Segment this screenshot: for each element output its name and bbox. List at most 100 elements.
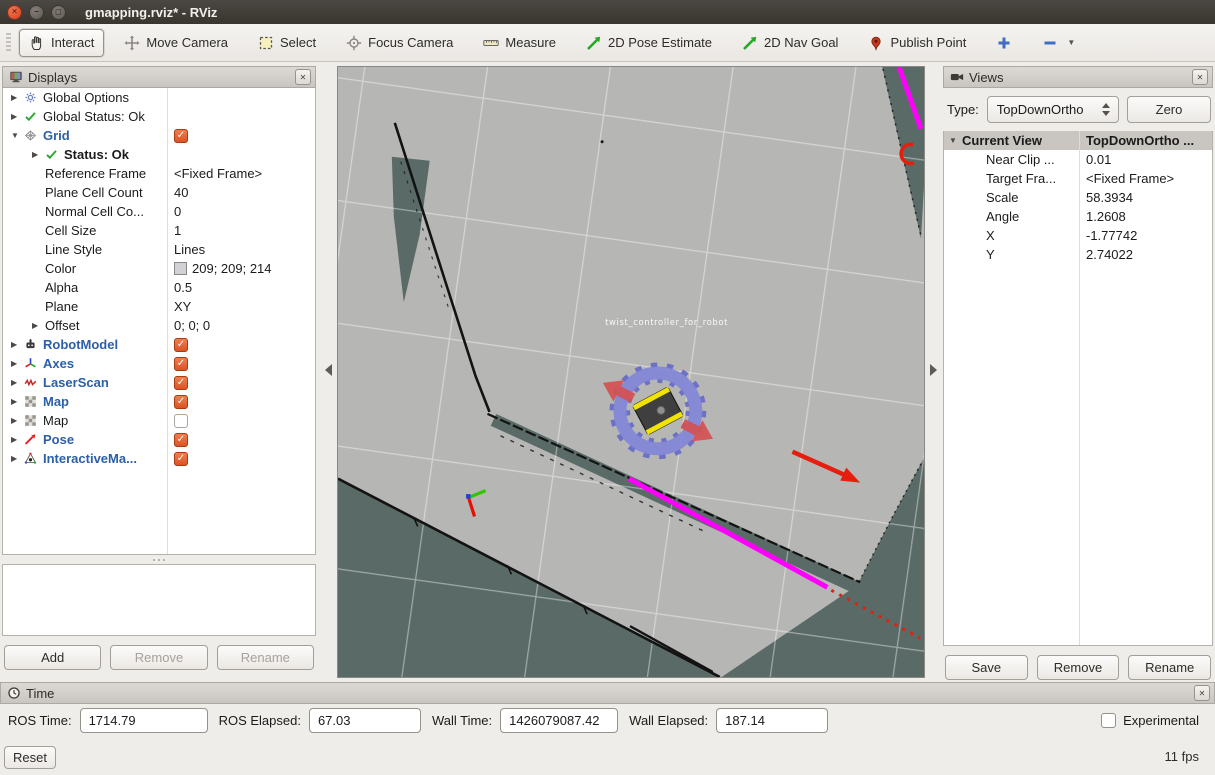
views-rename-button[interactable]: Rename bbox=[1128, 655, 1211, 680]
views-remove-button[interactable]: Remove bbox=[1037, 655, 1120, 680]
collapse-right-icon[interactable] bbox=[930, 364, 937, 376]
visibility-checkbox[interactable]: ✓ bbox=[174, 357, 188, 371]
tool-2d-pose-estimate[interactable]: 2D Pose Estimate bbox=[576, 29, 722, 57]
spinner-icon[interactable] bbox=[1099, 103, 1113, 116]
tree-row-cell-size[interactable]: Cell Size1 bbox=[3, 221, 315, 240]
tool-measure[interactable]: Measure bbox=[473, 29, 566, 57]
displays-add-button[interactable]: Add bbox=[4, 645, 101, 670]
tool-move-camera[interactable]: Move Camera bbox=[114, 29, 238, 57]
expander-icon[interactable]: ▶ bbox=[11, 359, 24, 368]
tree-row-grid[interactable]: ▼Grid✓ bbox=[3, 126, 315, 145]
tree-row-global-status-ok[interactable]: ▶Global Status: Ok bbox=[3, 107, 315, 126]
visibility-checkbox[interactable]: ✓ bbox=[174, 129, 188, 143]
visibility-checkbox[interactable] bbox=[174, 414, 188, 428]
tree-row-plane-cell-count[interactable]: Plane Cell Count40 bbox=[3, 183, 315, 202]
expander-icon[interactable]: ▶ bbox=[11, 340, 24, 349]
expander-icon[interactable]: ▶ bbox=[11, 93, 24, 102]
tool-remove-tool[interactable]: ▼ bbox=[1032, 29, 1085, 57]
window-close-button[interactable]: ✕ bbox=[7, 5, 22, 20]
clock-icon bbox=[7, 686, 21, 700]
3d-viewport[interactable]: twist_controller_for_robot bbox=[337, 66, 925, 678]
zero-button[interactable]: Zero bbox=[1127, 96, 1211, 123]
wall-elapsed-input[interactable] bbox=[716, 708, 828, 733]
expander-icon[interactable]: ▶ bbox=[11, 397, 24, 406]
expander-icon[interactable]: ▶ bbox=[11, 112, 24, 121]
experimental-toggle[interactable]: Experimental bbox=[1101, 713, 1199, 728]
tree-row-map[interactable]: ▶Map bbox=[3, 411, 315, 430]
views-save-button[interactable]: Save bbox=[945, 655, 1028, 680]
tree-row-reference-frame[interactable]: Reference Frame<Fixed Frame> bbox=[3, 164, 315, 183]
expander-icon[interactable]: ▼ bbox=[11, 131, 24, 140]
color-swatch[interactable] bbox=[174, 262, 187, 275]
displays-remove-button[interactable]: Remove bbox=[110, 645, 207, 670]
reset-button[interactable]: Reset bbox=[4, 746, 56, 769]
tree-row-alpha[interactable]: Alpha0.5 bbox=[3, 278, 315, 297]
tree-row-laserscan[interactable]: ▶LaserScan✓ bbox=[3, 373, 315, 392]
left-splitter[interactable] bbox=[316, 62, 337, 676]
expander-icon[interactable]: ▶ bbox=[11, 378, 24, 387]
minus-icon bbox=[1042, 35, 1058, 51]
view-property-row[interactable]: X-1.77742 bbox=[944, 226, 1212, 245]
tool-label: Move Camera bbox=[146, 35, 228, 50]
visibility-checkbox[interactable]: ✓ bbox=[174, 452, 188, 466]
expander-icon[interactable]: ▶ bbox=[11, 416, 24, 425]
tool-focus-camera[interactable]: Focus Camera bbox=[336, 29, 463, 57]
tool-publish-point[interactable]: Publish Point bbox=[858, 29, 976, 57]
tool-select[interactable]: Select bbox=[248, 29, 326, 57]
chevron-down-icon[interactable]: ▼ bbox=[1067, 38, 1075, 47]
time-close-icon[interactable]: ✕ bbox=[1194, 685, 1210, 701]
views-close-icon[interactable]: ✕ bbox=[1192, 69, 1208, 85]
view-property-row[interactable]: Scale58.3934 bbox=[944, 188, 1212, 207]
tree-row-line-style[interactable]: Line StyleLines bbox=[3, 240, 315, 259]
tree-row-map[interactable]: ▶Map✓ bbox=[3, 392, 315, 411]
column-divider[interactable] bbox=[167, 88, 168, 554]
tree-row-offset[interactable]: ▶Offset0; 0; 0 bbox=[3, 316, 315, 335]
row-label: Reference Frame bbox=[45, 166, 146, 181]
tree-row-plane[interactable]: PlaneXY bbox=[3, 297, 315, 316]
expander-icon[interactable]: ▼ bbox=[949, 136, 962, 145]
right-splitter[interactable] bbox=[925, 62, 943, 676]
tree-row-status-ok[interactable]: ▶Status: Ok bbox=[3, 145, 315, 164]
view-property-row[interactable]: Angle1.2608 bbox=[944, 207, 1212, 226]
tree-row-color[interactable]: Color209; 209; 214 bbox=[3, 259, 315, 278]
tool-2d-nav-goal[interactable]: 2D Nav Goal bbox=[732, 29, 848, 57]
tree-row-axes[interactable]: ▶Axes✓ bbox=[3, 354, 315, 373]
view-type-dropdown[interactable]: TopDownOrtho bbox=[987, 96, 1119, 123]
view-property-row[interactable]: Near Clip ...0.01 bbox=[944, 150, 1212, 169]
window-minimize-button[interactable]: − bbox=[29, 5, 44, 20]
displays-rename-button[interactable]: Rename bbox=[217, 645, 314, 670]
expander-icon[interactable]: ▶ bbox=[32, 321, 45, 330]
column-divider[interactable] bbox=[1079, 131, 1080, 645]
map-scene[interactable]: twist_controller_for_robot bbox=[338, 67, 924, 677]
tree-row-robotmodel[interactable]: ▶RobotModel✓ bbox=[3, 335, 315, 354]
tree-row-normal-cell-co[interactable]: Normal Cell Co...0 bbox=[3, 202, 315, 221]
visibility-checkbox[interactable]: ✓ bbox=[174, 433, 188, 447]
ros-elapsed-input[interactable] bbox=[309, 708, 421, 733]
panel-splitter-handle[interactable] bbox=[2, 555, 316, 564]
view-property-row[interactable]: Target Fra...<Fixed Frame> bbox=[944, 169, 1212, 188]
visibility-checkbox[interactable]: ✓ bbox=[174, 395, 188, 409]
visibility-checkbox[interactable]: ✓ bbox=[174, 376, 188, 390]
experimental-checkbox[interactable] bbox=[1101, 713, 1116, 728]
map-icon bbox=[24, 395, 43, 408]
visibility-checkbox[interactable]: ✓ bbox=[174, 338, 188, 352]
view-property-row[interactable]: Y2.74022 bbox=[944, 245, 1212, 264]
tool-interact[interactable]: Interact bbox=[19, 29, 104, 57]
expander-icon[interactable]: ▶ bbox=[11, 454, 24, 463]
tree-row-global-options[interactable]: ▶Global Options bbox=[3, 88, 315, 107]
window-maximize-button[interactable]: ◻ bbox=[51, 5, 66, 20]
tool-label: Interact bbox=[51, 35, 94, 50]
map-icon bbox=[24, 414, 43, 427]
ros-time-input[interactable] bbox=[80, 708, 208, 733]
tree-row-interactivema[interactable]: ▶InteractiveMa...✓ bbox=[3, 449, 315, 468]
row-label: Scale bbox=[986, 190, 1019, 205]
tree-row-pose[interactable]: ▶Pose✓ bbox=[3, 430, 315, 449]
expander-icon[interactable]: ▶ bbox=[32, 150, 45, 159]
expander-icon[interactable]: ▶ bbox=[11, 435, 24, 444]
toolbar-grip[interactable] bbox=[6, 33, 11, 53]
displays-close-icon[interactable]: ✕ bbox=[295, 69, 311, 85]
tool-add-tool[interactable] bbox=[986, 29, 1022, 57]
wall-time-input[interactable] bbox=[500, 708, 618, 733]
current-view-row[interactable]: ▼ Current View TopDownOrtho ... bbox=[944, 131, 1212, 150]
collapse-left-icon[interactable] bbox=[325, 364, 332, 376]
